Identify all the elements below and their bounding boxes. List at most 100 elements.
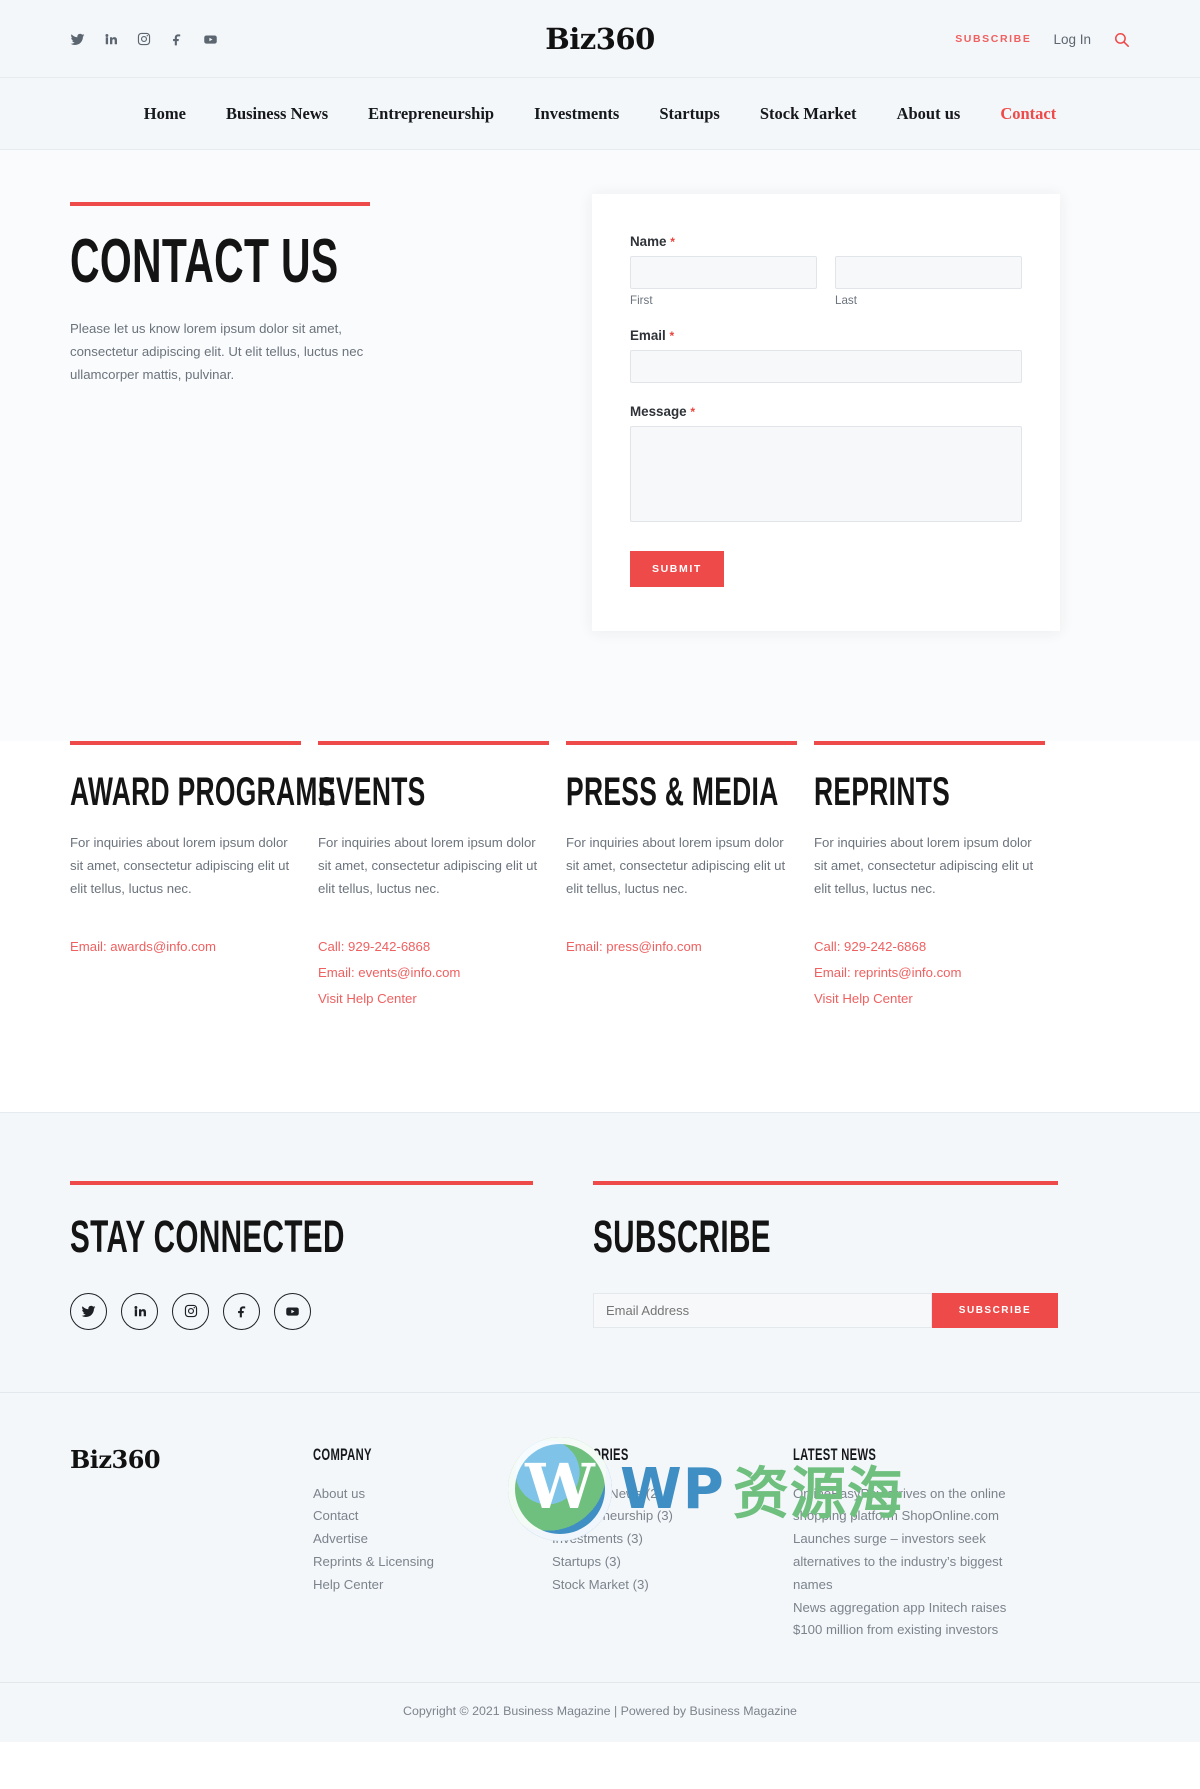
nav-item-about-us[interactable]: About us <box>877 104 981 124</box>
footer-link-contact[interactable]: Contact <box>313 1505 552 1528</box>
top-social-links <box>70 32 218 47</box>
message-required-mark: * <box>690 405 695 419</box>
site-footer: Biz360 COMPANY About us Contact Advertis… <box>0 1391 1200 1683</box>
submit-button[interactable]: SUBMIT <box>630 551 724 587</box>
last-name-input[interactable] <box>835 256 1022 289</box>
name-label-text: Name <box>630 234 667 249</box>
email-label: Email * <box>630 328 1022 343</box>
info-link-email[interactable]: Email: press@info.com <box>566 934 797 960</box>
footer-latest-news-heading: LATEST NEWS <box>793 1444 877 1464</box>
contact-info-section: AWARD PROGRAMS For inquiries about lorem… <box>0 741 1200 1112</box>
accent-bar <box>318 741 549 745</box>
accent-bar <box>70 1180 533 1185</box>
contact-description: Please let us know lorem ipsum dolor sit… <box>70 321 364 382</box>
nav-item-stock-market[interactable]: Stock Market <box>740 104 877 124</box>
first-name-sublabel: First <box>630 294 653 307</box>
footer-link-business-news[interactable]: Business News (2) <box>552 1483 793 1506</box>
info-link-call[interactable]: Call: 929-242-6868 <box>814 934 1045 960</box>
site-logo[interactable]: Biz360 <box>545 22 655 56</box>
search-icon[interactable] <box>1113 31 1130 48</box>
copyright-bar: Copyright © 2021 Business Magazine | Pow… <box>0 1682 1200 1743</box>
footer-link-advertise[interactable]: Advertise <box>313 1528 552 1551</box>
nav-item-investments[interactable]: Investments <box>514 104 639 124</box>
info-column-press-media: PRESS & MEDIA For inquiries about lorem … <box>566 741 797 1012</box>
subscribe-form: SUBSCRIBE <box>593 1292 1058 1328</box>
instagram-icon[interactable] <box>172 1292 209 1330</box>
linkedin-icon[interactable] <box>104 32 118 46</box>
main-navigation: Home Business News Entrepreneurship Inve… <box>0 78 1200 150</box>
footer-categories-links: Business News (2) Entrepreneurship (3) I… <box>552 1483 793 1597</box>
subscribe-link[interactable]: SUBSCRIBE <box>955 33 1031 45</box>
youtube-icon[interactable] <box>203 32 218 47</box>
message-textarea[interactable] <box>630 426 1022 522</box>
subscribe-email-input[interactable] <box>593 1292 932 1328</box>
login-link[interactable]: Log In <box>1053 32 1091 47</box>
footer-logo[interactable]: Biz360 <box>70 1445 313 1474</box>
accent-bar <box>70 202 370 206</box>
last-name-sublabel: Last <box>835 294 857 307</box>
info-body: For inquiries about lorem ipsum dolor si… <box>814 835 1034 896</box>
subscribe-button[interactable]: SUBSCRIBE <box>932 1292 1058 1328</box>
footer-company-column: COMPANY About us Contact Advertise Repri… <box>313 1445 552 1643</box>
subscribe-title: SUBSCRIBE <box>593 1210 771 1262</box>
contact-intro: CONTACT US Please let us know lorem ipsu… <box>70 198 530 631</box>
footer-link-startups[interactable]: Startups (3) <box>552 1551 793 1574</box>
email-label-text: Email <box>630 328 666 343</box>
nav-item-business-news[interactable]: Business News <box>206 104 348 124</box>
footer-link-about-us[interactable]: About us <box>313 1483 552 1506</box>
facebook-icon[interactable] <box>223 1292 260 1330</box>
message-label: Message * <box>630 404 1022 419</box>
nav-list: Home Business News Entrepreneurship Inve… <box>70 78 1130 150</box>
info-body: For inquiries about lorem ipsum dolor si… <box>566 835 786 896</box>
facebook-icon[interactable] <box>170 32 184 46</box>
stay-connected-title: STAY CONNECTED <box>70 1210 345 1262</box>
info-column-award-programs: AWARD PROGRAMS For inquiries about lorem… <box>70 741 336 1012</box>
page-title: CONTACT US <box>70 227 339 296</box>
news-item[interactable]: Launches surge – investors seek alternat… <box>793 1528 1030 1596</box>
first-name-input[interactable] <box>630 256 817 289</box>
info-link-email[interactable]: Email: events@info.com <box>318 960 549 986</box>
news-item[interactable]: OnlineEasyPay arrives on the online shop… <box>793 1483 1030 1529</box>
info-column-reprints: REPRINTS For inquiries about lorem ipsum… <box>814 741 1045 1012</box>
name-label: Name * <box>630 234 1022 249</box>
email-required-mark: * <box>669 329 675 343</box>
info-link-call[interactable]: Call: 929-242-6868 <box>318 934 549 960</box>
news-item[interactable]: News aggregation app Initech raises $100… <box>793 1597 1030 1643</box>
contact-hero-section: CONTACT US Please let us know lorem ipsu… <box>0 150 1200 741</box>
twitter-icon[interactable] <box>70 1292 107 1330</box>
info-column-events: EVENTS For inquiries about lorem ipsum d… <box>318 741 549 1012</box>
footer-link-stock-market[interactable]: Stock Market (3) <box>552 1574 793 1597</box>
info-links: Call: 929-242-6868 Email: reprints@info.… <box>814 934 1045 1011</box>
info-title: EVENTS <box>318 770 426 814</box>
footer-company-links: About us Contact Advertise Reprints & Li… <box>313 1483 552 1597</box>
nav-item-startups[interactable]: Startups <box>639 104 740 124</box>
footer-latest-news-column: LATEST NEWS OnlineEasyPay arrives on the… <box>793 1445 1030 1643</box>
instagram-icon[interactable] <box>137 32 151 46</box>
nav-item-contact[interactable]: Contact <box>980 104 1076 124</box>
info-links: Call: 929-242-6868 Email: events@info.co… <box>318 934 549 1011</box>
info-link-help-center[interactable]: Visit Help Center <box>318 986 549 1012</box>
footer-link-help-center[interactable]: Help Center <box>313 1574 552 1597</box>
footer-link-reprints-licensing[interactable]: Reprints & Licensing <box>313 1551 552 1574</box>
name-required-mark: * <box>670 235 675 249</box>
connect-subscribe-section: STAY CONNECTED SUBSCRIBE Email Address S… <box>0 1111 1200 1392</box>
nav-item-entrepreneurship[interactable]: Entrepreneurship <box>348 104 514 124</box>
footer-brand-column: Biz360 <box>70 1445 313 1643</box>
email-input[interactable] <box>630 350 1022 383</box>
contact-form: Name * First Last Email * Message * SUBM… <box>592 194 1060 631</box>
info-link-email[interactable]: Email: reprints@info.com <box>814 960 1045 986</box>
top-bar: Biz360 SUBSCRIBE Log In <box>0 0 1200 78</box>
footer-link-investments[interactable]: Investments (3) <box>552 1528 793 1551</box>
nav-item-home[interactable]: Home <box>124 104 206 124</box>
linkedin-icon[interactable] <box>121 1292 158 1330</box>
footer-categories-column: CATEGORIES Business News (2) Entrepreneu… <box>552 1445 793 1643</box>
footer-link-entrepreneurship[interactable]: Entrepreneurship (3) <box>552 1505 793 1528</box>
info-link-email[interactable]: Email: awards@info.com <box>70 934 301 960</box>
info-links: Email: press@info.com <box>566 934 797 960</box>
social-links <box>70 1292 533 1330</box>
copyright-text: Copyright © 2021 Business Magazine | Pow… <box>403 1704 797 1719</box>
twitter-icon[interactable] <box>70 32 85 47</box>
youtube-icon[interactable] <box>274 1292 311 1330</box>
info-title: AWARD PROGRAMS <box>70 770 336 814</box>
info-link-help-center[interactable]: Visit Help Center <box>814 986 1045 1012</box>
